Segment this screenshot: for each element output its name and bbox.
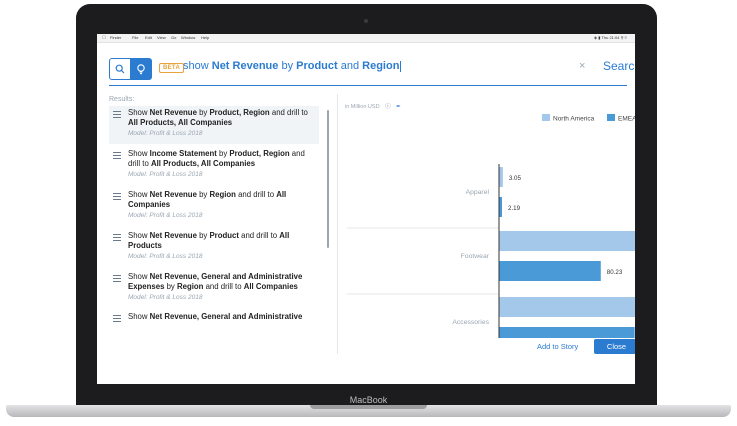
results-label: Results: [109, 96, 135, 103]
table-icon [113, 111, 121, 119]
query-text: by [278, 60, 297, 72]
query-text: show [183, 60, 212, 72]
menubar-status: ◈ ▮ Thu 21:04 ⚲ ≡ [594, 34, 627, 42]
macbook-label: MacBook [349, 395, 388, 405]
menu-item-help[interactable]: Help [201, 34, 209, 42]
bar [499, 261, 601, 281]
result-model: Model: Profit & Loss 2018 [128, 212, 203, 219]
result-model: Model: Profit & Loss 2018 [128, 294, 203, 301]
result-item[interactable]: Show Net Revenue, General and Administra… [109, 270, 319, 308]
menu-bar:  Finder File Edit View Go Window Help ◈… [97, 34, 635, 43]
bar [499, 297, 635, 317]
menu-list-icon[interactable]: ≡ [625, 35, 627, 40]
legend-swatch [542, 114, 550, 121]
query-text: and [337, 60, 363, 72]
spotlight-icon[interactable]: ⚲ [621, 35, 624, 40]
menu-app[interactable]: Finder [110, 34, 121, 42]
bar-chart: North America EMEA Apparel 3.05 2.19 Footwear… [347, 114, 635, 338]
result-text: Show Income Statement by Product, Region… [128, 149, 305, 168]
screen:  Finder File Edit View Go Window Help ◈… [97, 34, 635, 384]
result-model: Model: Profit & Loss 2018 [128, 171, 203, 178]
apple-icon[interactable]:  [102, 34, 106, 42]
result-text: Show Net Revenue, General and Administra… [128, 272, 303, 291]
data-label: 80.23 [607, 269, 623, 276]
result-item[interactable]: Show Net Revenue by Region and drill to … [109, 188, 319, 226]
laptop-lid:  Finder File Edit View Go Window Help ◈… [76, 4, 657, 414]
bar [499, 231, 635, 251]
search-mode-button[interactable] [109, 58, 131, 80]
table-icon [113, 152, 121, 160]
close-button[interactable]: Close [594, 339, 635, 354]
result-item[interactable]: Show Net Revenue by Product, Region and … [109, 106, 319, 144]
lightbulb-icon [137, 63, 145, 74]
result-item[interactable]: Show Income Statement by Product, Region… [109, 147, 319, 185]
result-text: Show Net Revenue by Product and drill to… [128, 231, 290, 250]
result-text: Show Net Revenue, General and Administra… [128, 312, 303, 321]
table-icon [113, 234, 121, 242]
wifi-icon[interactable]: ◈ [594, 35, 597, 40]
table-icon [113, 315, 121, 323]
text-caret [400, 60, 402, 72]
result-item[interactable]: Show Net Revenue by Product and drill to… [109, 229, 319, 267]
search-underline [109, 85, 627, 86]
search-button[interactable]: Search [603, 59, 635, 73]
bar [499, 327, 635, 338]
results-list: Show Net Revenue by Product, Region and … [109, 106, 322, 336]
search-input[interactable]: show Net Revenue by Product and Region [183, 60, 402, 72]
table-icon [113, 193, 121, 201]
category-label: Footwear [461, 253, 490, 260]
bar [499, 167, 503, 187]
legend-label: EMEA [618, 116, 635, 123]
menu-item-go[interactable]: Go [171, 34, 176, 42]
smart-insight-button[interactable] [130, 58, 152, 80]
camera-icon [364, 19, 368, 23]
laptop-notch [310, 405, 427, 409]
add-to-story-button[interactable]: Add to Story [537, 342, 578, 351]
beta-badge: BETA [159, 63, 185, 73]
data-label: 3.05 [509, 175, 522, 182]
category-label: Accessories [452, 319, 489, 326]
menu-item-file[interactable]: File [132, 34, 138, 42]
clear-icon[interactable]: × [579, 60, 585, 72]
menu-item-view[interactable]: View [157, 34, 166, 42]
result-text: Show Net Revenue by Product, Region and … [128, 108, 308, 127]
result-model: Model: Profit & Loss 2018 [128, 253, 203, 260]
query-dimension: Region [362, 60, 400, 72]
query-dimension: Product [296, 60, 338, 72]
menubar-clock[interactable]: Thu 21:04 [601, 35, 619, 40]
legend-swatch [607, 114, 615, 121]
result-item[interactable]: Show Net Revenue, General and Administra… [109, 310, 319, 336]
search-bar: BETA show Net Revenue by Product and Reg… [109, 56, 635, 84]
menu-item-window[interactable]: Window [181, 34, 195, 42]
result-model: Model: Profit & Loss 2018 [128, 130, 203, 137]
data-label: 2.19 [508, 205, 521, 212]
category-label: Apparel [466, 189, 490, 196]
result-text: Show Net Revenue by Region and drill to … [128, 190, 287, 209]
menu-item-edit[interactable]: Edit [145, 34, 152, 42]
table-icon [113, 275, 121, 283]
query-measure: Net Revenue [211, 60, 279, 72]
search-icon [115, 64, 125, 74]
results-scrollbar[interactable] [327, 110, 329, 248]
legend-label: North America [553, 116, 595, 123]
